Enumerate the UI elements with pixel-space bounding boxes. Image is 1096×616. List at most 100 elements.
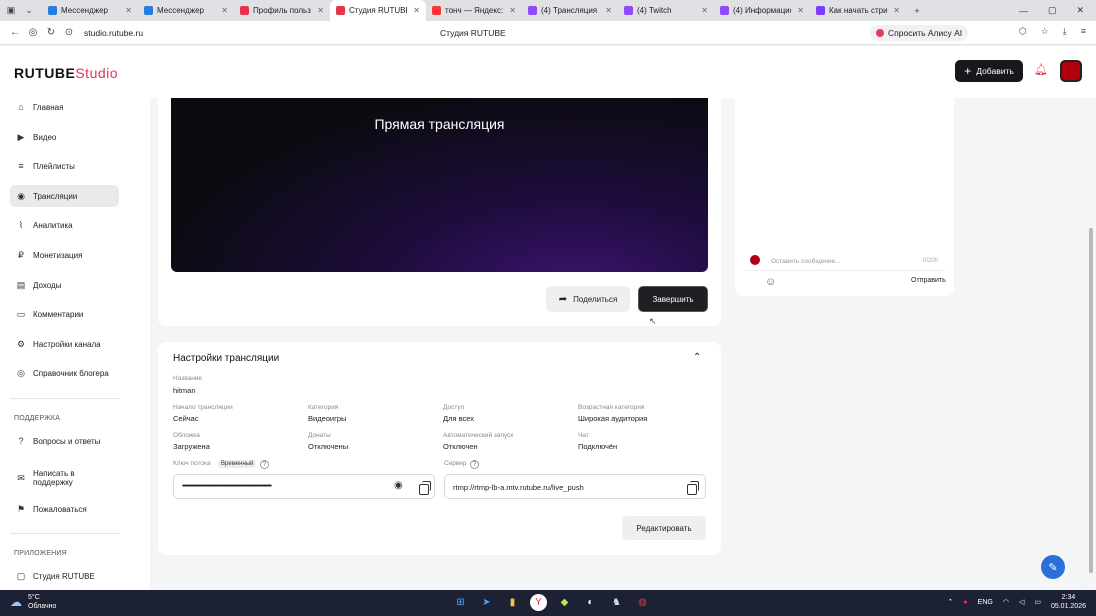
browser-tab[interactable]: Как начать стрим на ✕ xyxy=(810,0,906,21)
volume-icon[interactable]: ◁ xyxy=(1019,598,1024,606)
extensions-icon[interactable]: ⬡ xyxy=(1019,26,1027,37)
url-field[interactable]: studio.rutube.ru xyxy=(84,28,143,38)
tab-close-icon[interactable]: ✕ xyxy=(605,6,612,15)
sidebar-item[interactable]: ▢ Студия RUTUBE xyxy=(10,565,119,587)
tab-close-icon[interactable]: ✕ xyxy=(125,6,132,15)
chat-avatar xyxy=(750,255,760,265)
main-content: Прямая трансляция ➦ Поделиться Завершить… xyxy=(150,98,1085,590)
sidebar-item[interactable]: ₽ Монетизация xyxy=(10,244,119,266)
browser-tab[interactable]: Мессенджер ✕ xyxy=(138,0,234,21)
tab-close-icon[interactable]: ✕ xyxy=(317,6,324,15)
browser-tab[interactable]: Студия RUTUBE ✕ xyxy=(330,0,426,21)
new-tab-icon[interactable]: + xyxy=(910,4,924,18)
notifications-bell-icon[interactable]: 🔔︎ xyxy=(1034,63,1048,76)
browser-tab[interactable]: (4) Трансляция - Twit ✕ xyxy=(522,0,618,21)
sidebar-item[interactable]: ⌂ Главная xyxy=(10,96,119,118)
bookmarks-icon[interactable]: ☆ xyxy=(1041,26,1049,37)
setting-label: Автоматический запуск xyxy=(443,432,514,439)
tab-close-icon[interactable]: ✕ xyxy=(509,6,516,15)
weather-temp: 5°C xyxy=(28,594,40,601)
tab-close-icon[interactable]: ✕ xyxy=(893,6,900,15)
server-help-icon[interactable]: ? xyxy=(470,460,479,469)
battery-icon[interactable]: ▭ xyxy=(1034,598,1041,606)
browser-tab[interactable]: Профиль пользовате ✕ xyxy=(234,0,330,21)
emoji-icon[interactable]: ☺ xyxy=(765,276,776,288)
browser-tab[interactable]: Мессенджер ✕ xyxy=(42,0,138,21)
files-icon[interactable]: ▮ xyxy=(504,594,521,611)
clock-date: 05.01.2026 xyxy=(1050,603,1086,610)
weather-desc: Облачно xyxy=(28,603,57,610)
clock[interactable]: 2:34 05.01.2026 xyxy=(1051,593,1086,611)
sidebar: ⌂ Главная ▶ Видео ≡ Плейлисты ◉ Трансляции ⌇ Анал… xyxy=(0,98,150,590)
sidebar-item[interactable]: ▶ Видео xyxy=(10,126,119,148)
key-help-icon[interactable]: ? xyxy=(260,460,269,469)
sidebar-item[interactable]: ⚙ Настройки канала xyxy=(10,333,119,355)
maximize-icon[interactable]: ▢ xyxy=(1048,5,1057,16)
protect-icon[interactable]: ◎ xyxy=(24,27,42,38)
browser-tab[interactable]: тонч — Яндекс: нашл ✕ xyxy=(426,0,522,21)
sidebar-item[interactable]: ▭ Комментарии xyxy=(10,303,119,325)
tab-close-icon[interactable]: ✕ xyxy=(797,6,804,15)
game-icon[interactable]: ♞ xyxy=(608,594,625,611)
obs-icon[interactable]: ◐ xyxy=(582,594,599,611)
sidebar-item[interactable]: ◎ Справочник блогера xyxy=(10,362,119,384)
taskbar: ☁ 5°C Облачно ⊞ ➤ ▮ Y ◆ ◐ ♞ ◍ ⌃ ● ENG ◠ … xyxy=(0,590,1096,616)
language-indicator[interactable]: ENG xyxy=(978,599,993,606)
sidebar-item-label: Комментарии xyxy=(33,309,84,319)
mic-icon[interactable]: ● xyxy=(963,599,967,606)
tray-chevron-icon[interactable]: ⌃ xyxy=(948,598,954,606)
tab-favicon-icon xyxy=(432,6,441,15)
system-tray: ⌃ ● ENG ◠ ◁ ▭ 2:34 05.01.2026 xyxy=(948,593,1086,611)
avatar[interactable] xyxy=(1060,60,1082,82)
app-icon[interactable]: ◆ xyxy=(556,594,573,611)
sidebar-item[interactable]: ≡ Плейлисты xyxy=(10,155,119,177)
weather-widget[interactable]: ☁ 5°C Облачно xyxy=(10,593,56,611)
tab-label: Студия RUTUBE xyxy=(349,6,408,15)
edit-button[interactable]: Редактировать xyxy=(622,516,706,540)
browser-tab[interactable]: (4) Twitch ✕ xyxy=(618,0,714,21)
back-icon[interactable]: ← xyxy=(6,27,24,38)
scrollbar-thumb[interactable] xyxy=(1089,228,1093,573)
reload-icon[interactable]: ↻ xyxy=(42,27,60,38)
sidebar-item[interactable]: ✉ Написать в поддержку xyxy=(10,464,119,492)
tab-close-icon[interactable]: ✕ xyxy=(701,6,708,15)
add-button[interactable]: + Добавить xyxy=(955,60,1023,82)
menu-icon[interactable]: ≡ xyxy=(1081,26,1086,37)
alice-button[interactable]: Спросить Алису AI xyxy=(870,25,969,41)
telegram-icon[interactable]: ➤ xyxy=(478,594,495,611)
chat-send-button[interactable]: Отправить xyxy=(911,277,946,284)
help-chat-icon[interactable]: ✎ xyxy=(1041,555,1065,579)
site-info-icon[interactable]: ⊙ xyxy=(60,27,78,38)
video-player[interactable]: Прямая трансляция xyxy=(171,98,708,272)
chat-input[interactable]: Оставить сообщение... xyxy=(771,258,841,265)
wifi-icon[interactable]: ◠ xyxy=(1003,598,1009,606)
chevron-up-icon[interactable]: ⌃ xyxy=(693,352,701,363)
stream-key-field[interactable]: ••••••••••••••••••••••••••••••••••••••••… xyxy=(173,474,435,499)
sidebar-item[interactable]: ⚑ Пожаловаться xyxy=(10,498,119,520)
tab-close-icon[interactable]: ✕ xyxy=(221,6,228,15)
app-red-icon[interactable]: ◍ xyxy=(634,594,651,611)
sidebar-item[interactable]: ⌇ Аналитика xyxy=(10,214,119,236)
tab-list-chevron-icon[interactable]: ⌄ xyxy=(22,4,36,18)
downloads-icon[interactable]: ⤓ xyxy=(1063,26,1067,37)
sidebar-item[interactable]: ▤ Доходы xyxy=(10,274,119,296)
copy-server-icon[interactable] xyxy=(687,481,699,495)
sidebar-item[interactable]: ? Вопросы и ответы xyxy=(10,430,119,452)
tab-close-icon[interactable]: ✕ xyxy=(413,6,420,15)
rutube-studio-logo[interactable]: RUTUBEStudio xyxy=(14,65,118,81)
address-bar: ← ◎ ↻ ⊙ studio.rutube.ru Студия RUTUBE С… xyxy=(0,21,1096,45)
browser-menu-icon[interactable]: ▣ xyxy=(4,4,18,18)
server-field[interactable]: rtmp://rtmp-lb-a.mtv.rutube.ru/live_push xyxy=(444,474,706,499)
copy-key-icon[interactable] xyxy=(419,481,431,495)
end-stream-button[interactable]: Завершить xyxy=(638,286,708,312)
minimize-icon[interactable]: — xyxy=(1019,6,1028,16)
tab-favicon-icon xyxy=(624,6,633,15)
browser-tab[interactable]: (4) Информационные ✕ xyxy=(714,0,810,21)
share-button[interactable]: ➦ Поделиться xyxy=(546,286,630,312)
scrollbar[interactable] xyxy=(1086,98,1096,590)
start-icon[interactable]: ⊞ xyxy=(452,594,469,611)
sidebar-item[interactable]: ◉ Трансляции xyxy=(10,185,119,207)
close-window-icon[interactable]: ✕ xyxy=(1076,5,1084,16)
eye-icon[interactable]: ◉ xyxy=(394,480,403,491)
yandex-browser-icon[interactable]: Y xyxy=(530,594,547,611)
